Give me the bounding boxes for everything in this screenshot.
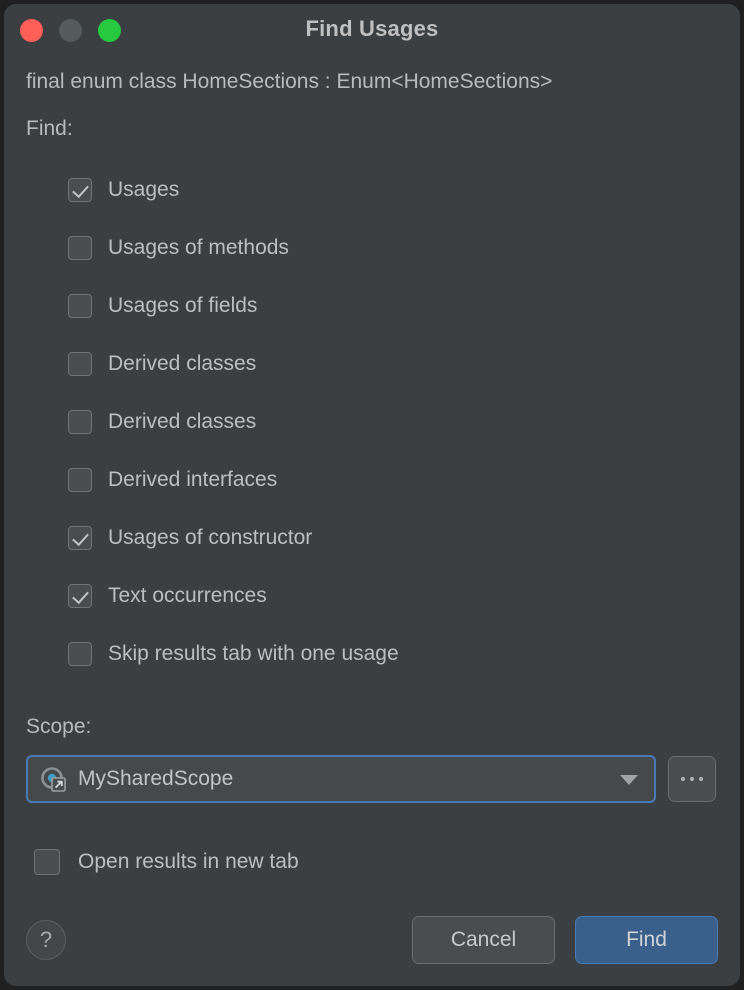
option-label: Derived interfaces [108, 468, 277, 492]
option-skip-results-tab[interactable]: Skip results tab with one usage [68, 625, 718, 683]
scope-label: Scope: [26, 715, 718, 739]
scope-selected-value: MySharedScope [78, 767, 233, 791]
checkbox-text-occurrences[interactable] [68, 584, 92, 608]
option-label: Derived classes [108, 352, 256, 376]
option-label: Open results in new tab [78, 850, 299, 874]
option-usages-of-constructor[interactable]: Usages of constructor [68, 509, 718, 567]
chevron-down-icon[interactable] [620, 775, 638, 785]
checkbox-open-results-new-tab[interactable] [34, 849, 60, 875]
option-open-results-new-tab[interactable]: Open results in new tab [26, 849, 718, 875]
checkbox-skip-results-tab[interactable] [68, 642, 92, 666]
checkbox-usages[interactable] [68, 178, 92, 202]
option-label: Text occurrences [108, 584, 267, 608]
help-button[interactable]: ? [26, 920, 66, 960]
title-bar: Find Usages [4, 4, 740, 56]
find-options-list: Usages Usages of methods Usages of field… [26, 161, 718, 683]
checkbox-usages-of-fields[interactable] [68, 294, 92, 318]
option-label: Usages [108, 178, 179, 202]
option-label: Derived classes [108, 410, 256, 434]
target-signature: final enum class HomeSections : Enum<Hom… [26, 70, 718, 94]
scope-combobox[interactable]: MySharedScope [26, 755, 656, 803]
checkbox-derived-classes-2[interactable] [68, 410, 92, 434]
find-usages-dialog: Find Usages final enum class HomeSection… [4, 4, 740, 986]
option-derived-classes-1[interactable]: Derived classes [68, 335, 718, 393]
checkbox-usages-of-methods[interactable] [68, 236, 92, 260]
window-title: Find Usages [4, 16, 740, 42]
scope-row: MySharedScope [26, 755, 718, 803]
shared-scope-icon [40, 766, 66, 792]
dialog-footer: ? Cancel Find [26, 916, 718, 964]
option-label: Usages of methods [108, 236, 289, 260]
option-label: Usages of constructor [108, 526, 312, 550]
checkbox-usages-of-constructor[interactable] [68, 526, 92, 550]
option-text-occurrences[interactable]: Text occurrences [68, 567, 718, 625]
scope-browse-button[interactable] [668, 756, 716, 802]
checkbox-derived-classes-1[interactable] [68, 352, 92, 376]
ellipsis-dot [690, 777, 694, 781]
find-button[interactable]: Find [575, 916, 718, 964]
cancel-button[interactable]: Cancel [412, 916, 555, 964]
dialog-content: final enum class HomeSections : Enum<Hom… [4, 70, 740, 875]
ellipsis-dot [699, 777, 703, 781]
option-label: Skip results tab with one usage [108, 642, 399, 666]
checkbox-derived-interfaces[interactable] [68, 468, 92, 492]
option-usages-of-methods[interactable]: Usages of methods [68, 219, 718, 277]
option-usages-of-fields[interactable]: Usages of fields [68, 277, 718, 335]
find-section-label: Find: [26, 117, 718, 141]
option-usages[interactable]: Usages [68, 161, 718, 219]
option-label: Usages of fields [108, 294, 257, 318]
option-derived-interfaces[interactable]: Derived interfaces [68, 451, 718, 509]
ellipsis-dot [681, 777, 685, 781]
option-derived-classes-2[interactable]: Derived classes [68, 393, 718, 451]
